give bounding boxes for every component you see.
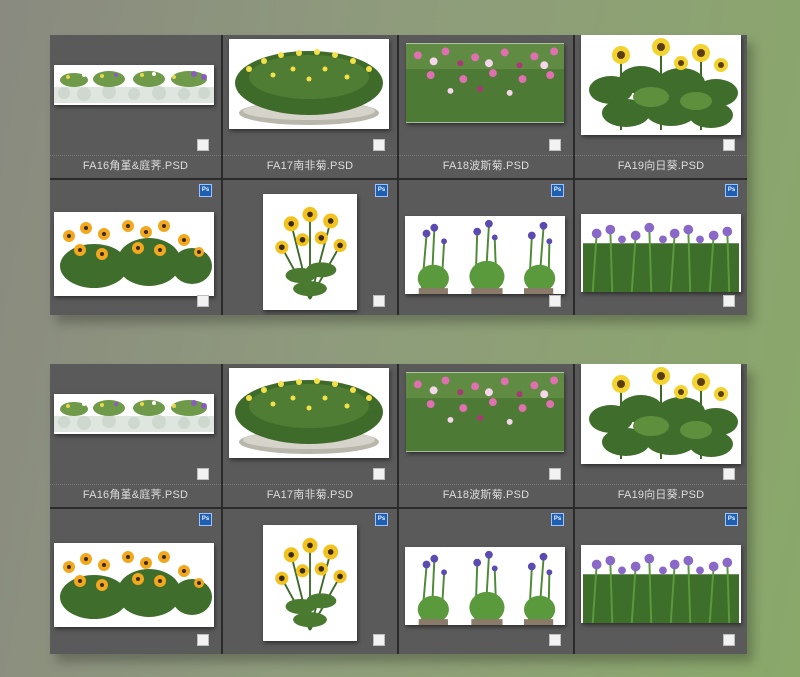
photoshop-file-icon: Ps bbox=[375, 513, 388, 526]
thumbnail-iris-bed[interactable] bbox=[581, 545, 741, 623]
divider bbox=[399, 155, 573, 156]
thumbnail-cosmos[interactable] bbox=[406, 372, 564, 452]
photoshop-file-icon: Ps bbox=[725, 513, 738, 526]
file-tile-rudbeckia[interactable]: Ps bbox=[50, 180, 221, 315]
thumbnail-gazania[interactable] bbox=[229, 368, 389, 458]
photoshop-file-icon: Ps bbox=[199, 184, 212, 197]
select-checkbox[interactable] bbox=[549, 468, 561, 480]
divider bbox=[50, 155, 221, 156]
file-name-label: FA18波斯菊.PSD bbox=[442, 489, 530, 501]
select-checkbox[interactable] bbox=[549, 634, 561, 646]
plant-image bbox=[581, 364, 741, 464]
photoshop-file-icon: Ps bbox=[551, 513, 564, 526]
divider bbox=[223, 484, 397, 485]
divider bbox=[399, 484, 573, 485]
plant-image bbox=[581, 35, 741, 135]
thumbnail-cosmos[interactable] bbox=[406, 43, 564, 123]
file-name-label: FA19向日葵.PSD bbox=[617, 160, 705, 172]
select-checkbox[interactable] bbox=[723, 295, 735, 307]
photoshop-file-icon: Ps bbox=[551, 184, 564, 197]
select-checkbox[interactable] bbox=[197, 139, 209, 151]
plant-image bbox=[54, 543, 214, 627]
plant-image bbox=[581, 214, 741, 292]
file-name-label: FA16角堇&庭荠.PSD bbox=[82, 489, 189, 501]
plant-image bbox=[54, 65, 214, 105]
select-checkbox[interactable] bbox=[197, 634, 209, 646]
plant-image bbox=[54, 212, 214, 296]
select-checkbox[interactable] bbox=[373, 295, 385, 307]
file-name-label: FA19向日葵.PSD bbox=[617, 489, 705, 501]
thumbnail-iris[interactable] bbox=[405, 547, 565, 625]
plant-image bbox=[405, 547, 565, 625]
file-tile-rudbeckia[interactable]: Ps bbox=[50, 509, 221, 654]
plant-image bbox=[263, 194, 357, 310]
thumbnail-viola-alyssum[interactable] bbox=[54, 394, 214, 434]
plant-image bbox=[406, 43, 564, 123]
divider bbox=[575, 155, 747, 156]
plant-image bbox=[229, 368, 389, 458]
file-name-label: FA17南非菊.PSD bbox=[266, 489, 354, 501]
select-checkbox[interactable] bbox=[723, 634, 735, 646]
thumbnail-black-eyed-susan[interactable] bbox=[263, 525, 357, 641]
thumbnail-black-eyed-susan[interactable] bbox=[263, 194, 357, 310]
file-name-label: FA17南非菊.PSD bbox=[266, 160, 354, 172]
thumbnail-sunflower[interactable] bbox=[581, 35, 741, 135]
plant-image bbox=[263, 525, 357, 641]
file-tile-iris[interactable]: Ps bbox=[399, 509, 573, 654]
file-tile-iris-bed[interactable]: Ps bbox=[575, 180, 747, 315]
divider bbox=[575, 484, 747, 485]
photoshop-file-icon: Ps bbox=[725, 184, 738, 197]
thumbnail-iris[interactable] bbox=[405, 216, 565, 294]
file-browser-grid-top: FA16角堇&庭荠.PSD FA17南非菊.PSD FA18波斯菊.PSD FA… bbox=[50, 35, 747, 315]
file-tile-black-eyed-susan[interactable]: Ps bbox=[223, 509, 397, 654]
thumbnail-rudbeckia[interactable] bbox=[54, 543, 214, 627]
file-tile-fa17[interactable]: FA17南非菊.PSD bbox=[223, 364, 397, 507]
thumbnail-viola-alyssum[interactable] bbox=[54, 65, 214, 105]
thumbnail-rudbeckia[interactable] bbox=[54, 212, 214, 296]
file-tile-fa17[interactable]: FA17南非菊.PSD bbox=[223, 35, 397, 178]
select-checkbox[interactable] bbox=[373, 468, 385, 480]
file-tile-black-eyed-susan[interactable]: Ps bbox=[223, 180, 397, 315]
plant-image bbox=[54, 394, 214, 434]
plant-image bbox=[229, 39, 389, 129]
file-browser-grid-bottom: FA16角堇&庭荠.PSD FA17南非菊.PSD FA18波斯菊.PSD FA… bbox=[50, 364, 747, 654]
plant-image bbox=[406, 372, 564, 452]
file-name-label: FA16角堇&庭荠.PSD bbox=[82, 160, 189, 172]
file-name-label: FA18波斯菊.PSD bbox=[442, 160, 530, 172]
thumbnail-sunflower[interactable] bbox=[581, 364, 741, 464]
select-checkbox[interactable] bbox=[373, 139, 385, 151]
thumbnail-iris-bed[interactable] bbox=[581, 214, 741, 292]
file-tile-iris[interactable]: Ps bbox=[399, 180, 573, 315]
file-tile-fa19[interactable]: FA19向日葵.PSD bbox=[575, 364, 747, 507]
select-checkbox[interactable] bbox=[723, 139, 735, 151]
file-tile-fa16[interactable]: FA16角堇&庭荠.PSD bbox=[50, 364, 221, 507]
select-checkbox[interactable] bbox=[197, 295, 209, 307]
plant-image bbox=[405, 216, 565, 294]
plant-image bbox=[581, 545, 741, 623]
select-checkbox[interactable] bbox=[549, 295, 561, 307]
select-checkbox[interactable] bbox=[723, 468, 735, 480]
file-tile-fa18[interactable]: FA18波斯菊.PSD bbox=[399, 364, 573, 507]
file-tile-fa18[interactable]: FA18波斯菊.PSD bbox=[399, 35, 573, 178]
file-tile-iris-bed[interactable]: Ps bbox=[575, 509, 747, 654]
file-tile-fa19[interactable]: FA19向日葵.PSD bbox=[575, 35, 747, 178]
divider bbox=[223, 155, 397, 156]
file-tile-fa16[interactable]: FA16角堇&庭荠.PSD bbox=[50, 35, 221, 178]
photoshop-file-icon: Ps bbox=[375, 184, 388, 197]
select-checkbox[interactable] bbox=[549, 139, 561, 151]
select-checkbox[interactable] bbox=[197, 468, 209, 480]
photoshop-file-icon: Ps bbox=[199, 513, 212, 526]
thumbnail-gazania[interactable] bbox=[229, 39, 389, 129]
divider bbox=[50, 484, 221, 485]
select-checkbox[interactable] bbox=[373, 634, 385, 646]
